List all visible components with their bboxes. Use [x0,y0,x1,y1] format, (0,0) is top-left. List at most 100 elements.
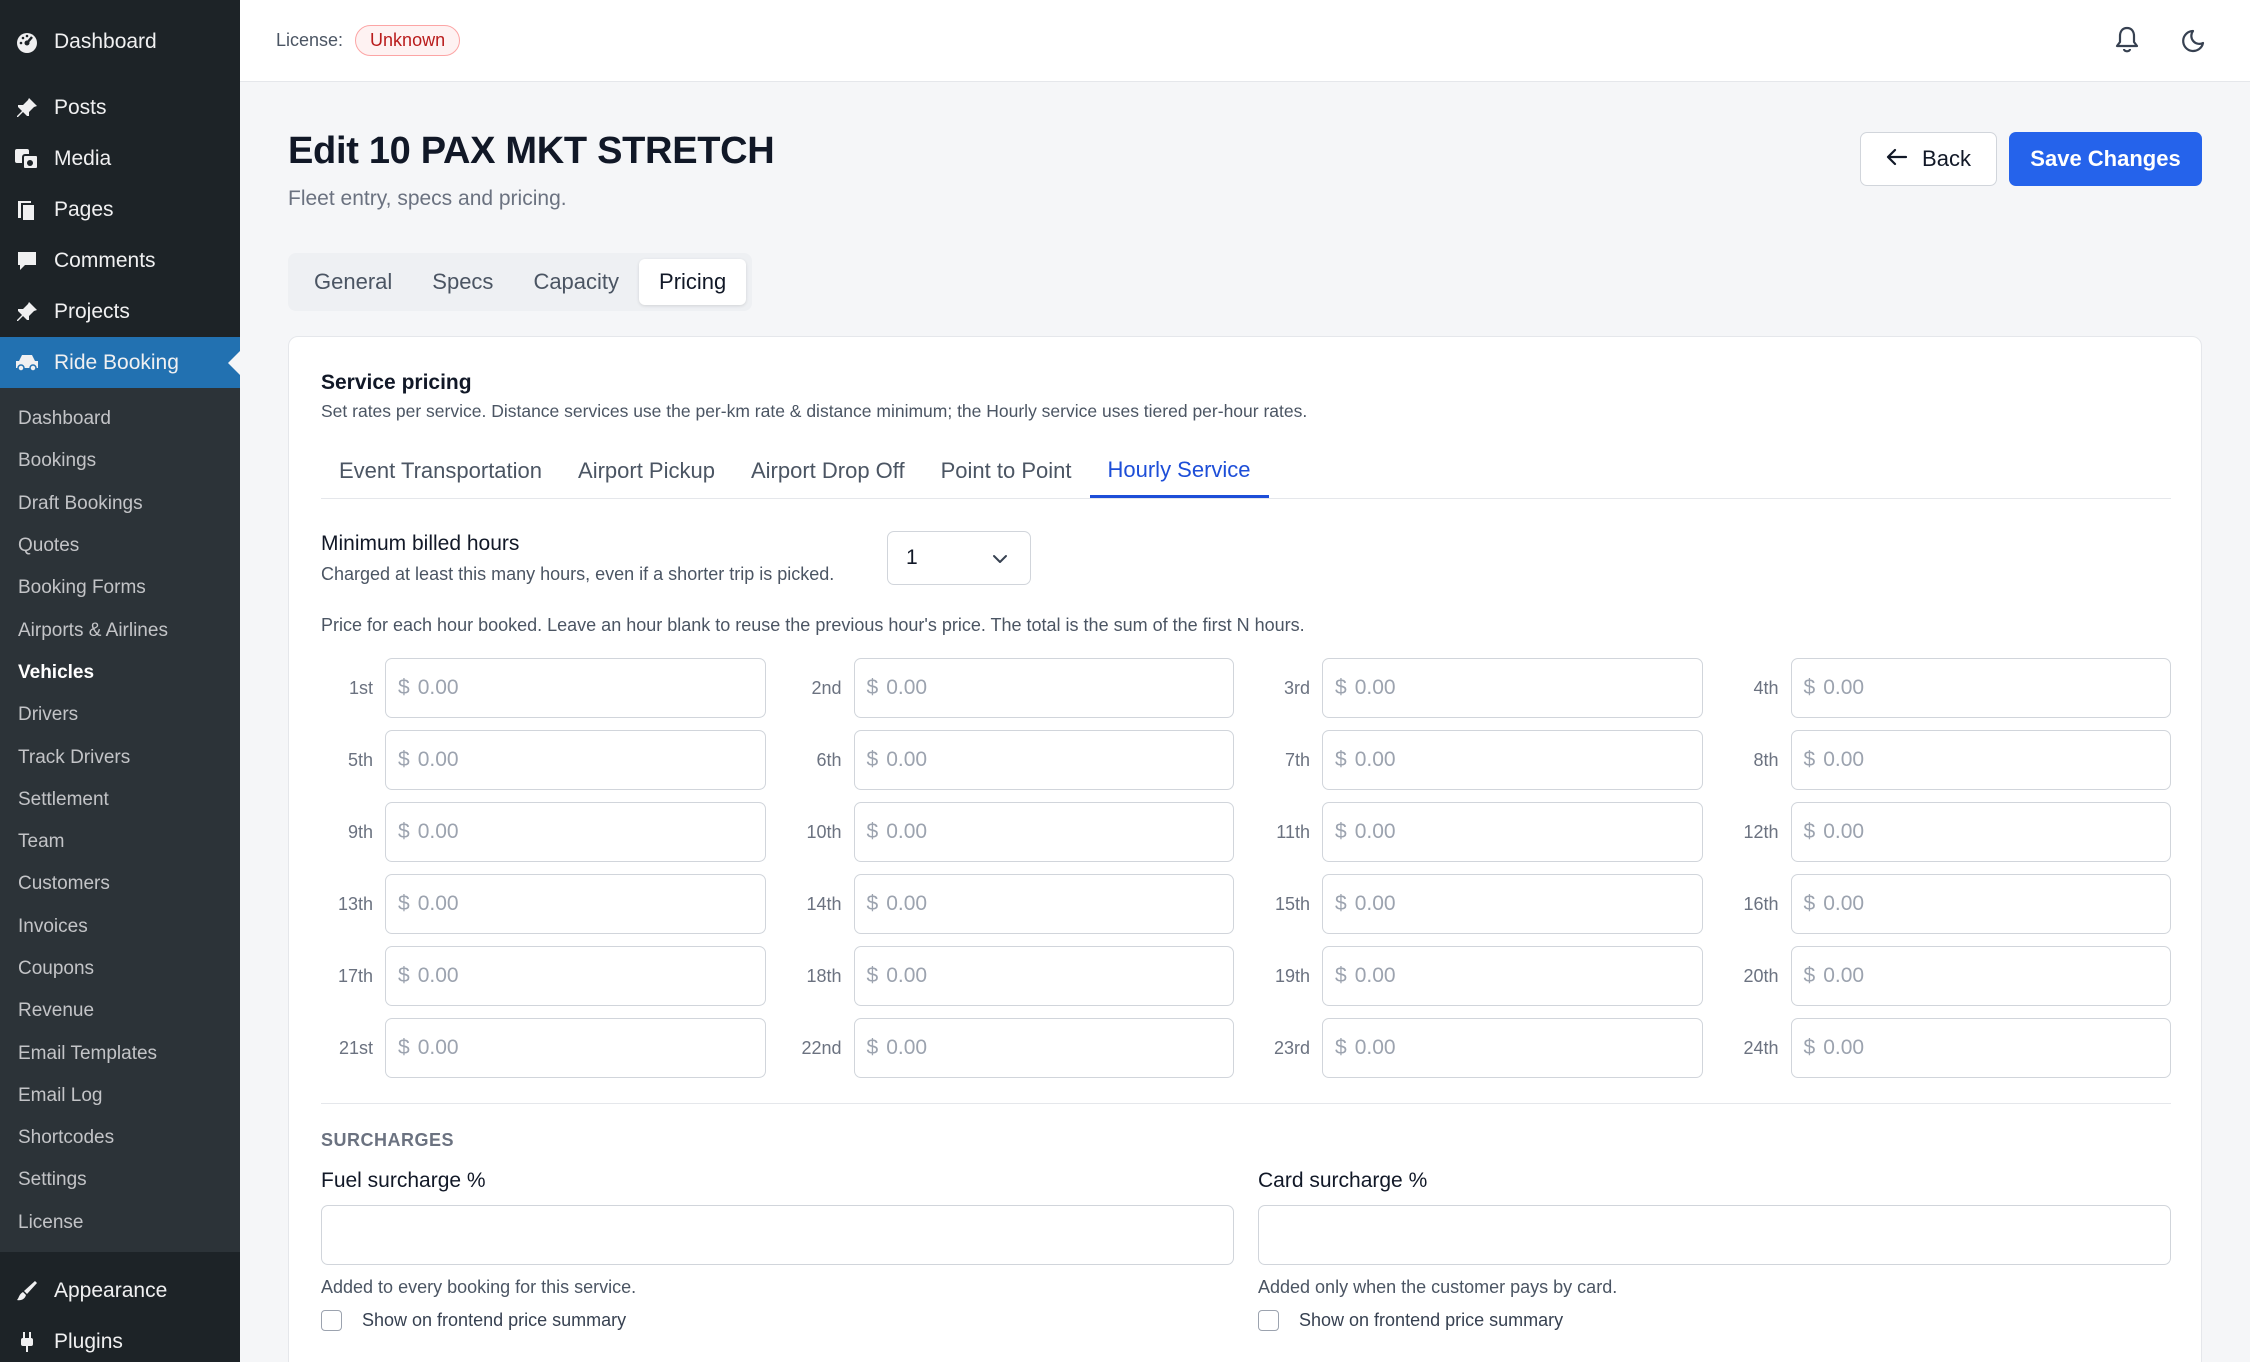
card-surcharge-show-frontend[interactable]: Show on frontend price summary [1258,1310,2171,1331]
brush-icon [14,1278,40,1304]
submenu-item-invoices[interactable]: Invoices [0,906,240,948]
sidebar-item-posts[interactable]: Posts [0,82,240,133]
tab-specs[interactable]: Specs [412,259,513,305]
hour-price-input-21st[interactable]: $0.00 [385,1018,766,1078]
submenu-item-customers[interactable]: Customers [0,863,240,905]
page-subtitle: Fleet entry, specs and pricing. [288,187,567,210]
currency-symbol: $ [1803,748,1816,771]
service-tab-hourly-service[interactable]: Hourly Service [1089,444,1269,498]
service-tab-point-to-point[interactable]: Point to Point [923,444,1090,498]
submenu-item-coupons[interactable]: Coupons [0,948,240,990]
currency-symbol: $ [398,676,410,699]
hour-price-input-20th[interactable]: $0.00 [1790,946,2171,1006]
min-billed-hours-select[interactable]: 1 [887,531,1031,585]
sidebar-item-comments[interactable]: Comments [0,235,240,286]
hour-price-input-14th[interactable]: $0.00 [853,874,1234,934]
dark-mode-moon-icon[interactable] [2180,24,2210,56]
submenu-item-settings[interactable]: Settings [0,1159,240,1201]
sidebar-item-label: Posts [54,95,107,119]
tab-capacity[interactable]: Capacity [513,259,639,305]
hour-price-input-24th[interactable]: $0.00 [1790,1018,2171,1078]
fuel-surcharge-checkbox[interactable] [321,1310,342,1331]
hour-price-input-19th[interactable]: $0.00 [1322,946,1703,1006]
hour-price-input-16th[interactable]: $0.00 [1790,874,2171,934]
submenu-item-email-templates[interactable]: Email Templates [0,1032,240,1074]
hour-label: 7th [1284,749,1310,770]
currency-symbol: $ [398,964,410,987]
back-button[interactable]: Back [1860,132,1997,186]
hour-price-input-2nd[interactable]: $0.00 [853,658,1234,718]
sidebar-item-appearance[interactable]: Appearance [0,1266,240,1317]
tab-general[interactable]: General [294,259,412,305]
hour-price-input-15th[interactable]: $0.00 [1322,874,1703,934]
hour-price-field: 4th $0.00 [1727,658,2171,718]
hour-price-input-5th[interactable]: $0.00 [385,730,766,790]
submenu-item-airports-and-airlines[interactable]: Airports & Airlines [0,609,240,651]
card-surcharge-input[interactable] [1258,1205,2171,1265]
submenu-item-draft-bookings[interactable]: Draft Bookings [0,483,240,525]
hour-price-input-8th[interactable]: $0.00 [1790,730,2171,790]
submenu-item-vehicles[interactable]: Vehicles [0,652,240,694]
save-changes-button[interactable]: Save Changes [2009,132,2202,186]
divider [321,1103,2171,1104]
sidebar-item-media[interactable]: Media [0,133,240,184]
submenu-item-email-log[interactable]: Email Log [0,1075,240,1117]
hour-price-input-3rd[interactable]: $0.00 [1322,658,1703,718]
hour-label: 6th [816,749,842,770]
hour-price-field: 5th $0.00 [321,730,766,790]
hour-price-input-22nd[interactable]: $0.00 [853,1018,1234,1078]
hour-label: 1st [348,677,373,698]
sidebar-item-label: Pages [54,197,114,221]
hour-price-field: 15th $0.00 [1258,874,1703,934]
hour-price-input-9th[interactable]: $0.00 [385,802,766,862]
submenu-item-team[interactable]: Team [0,821,240,863]
license-status-badge[interactable]: Unknown [355,25,461,56]
hour-price-field: 10th $0.00 [790,802,1234,862]
price-placeholder: 0.00 [1823,892,1865,915]
hour-price-field: 16th $0.00 [1727,874,2171,934]
tab-pricing[interactable]: Pricing [639,259,747,305]
submenu-item-track-drivers[interactable]: Track Drivers [0,736,240,778]
hour-price-input-11th[interactable]: $0.00 [1322,802,1703,862]
service-tab-airport-drop-off[interactable]: Airport Drop Off [733,444,923,498]
currency-symbol: $ [1335,1036,1347,1059]
price-placeholder: 0.00 [1354,964,1396,987]
fuel-surcharge-input[interactable] [321,1205,1234,1265]
hour-price-input-17th[interactable]: $0.00 [385,946,766,1006]
hour-price-input-18th[interactable]: $0.00 [853,946,1234,1006]
sidebar-item-projects[interactable]: Projects [0,286,240,337]
hour-price-input-4th[interactable]: $0.00 [1790,658,2171,718]
fuel-surcharge-show-frontend[interactable]: Show on frontend price summary [321,1310,1234,1331]
service-tab-event-transportation[interactable]: Event Transportation [321,444,560,498]
sidebar-item-ride-booking[interactable]: Ride Booking [0,337,240,388]
submenu-item-settlement[interactable]: Settlement [0,779,240,821]
hour-label: 12th [1743,821,1779,842]
submenu-item-quotes[interactable]: Quotes [0,525,240,567]
submenu-item-booking-forms[interactable]: Booking Forms [0,567,240,609]
hour-price-input-10th[interactable]: $0.00 [853,802,1234,862]
notification-bell-icon[interactable] [2112,24,2142,56]
hour-price-input-13th[interactable]: $0.00 [385,874,766,934]
sidebar-item-pages[interactable]: Pages [0,184,240,235]
sidebar-item-label: Dashboard [54,30,157,53]
submenu-item-shortcodes[interactable]: Shortcodes [0,1117,240,1159]
hour-price-input-1st[interactable]: $0.00 [385,658,766,718]
ride-booking-submenu: Dashboard Bookings Draft Bookings Quotes Boo… [0,388,240,1252]
service-tab-airport-pickup[interactable]: Airport Pickup [560,444,733,498]
submenu-item-dashboard[interactable]: Dashboard [0,398,240,440]
hour-price-input-6th[interactable]: $0.00 [853,730,1234,790]
hour-price-input-7th[interactable]: $0.00 [1322,730,1703,790]
card-surcharge-checkbox[interactable] [1258,1310,1279,1331]
submenu-item-revenue[interactable]: Revenue [0,990,240,1032]
submenu-item-license[interactable]: License [0,1202,240,1244]
fuel-surcharge-label: Fuel surcharge % [321,1169,486,1192]
sidebar-item-plugins[interactable]: Plugins [0,1317,240,1362]
hour-price-input-23rd[interactable]: $0.00 [1322,1018,1703,1078]
hour-price-input-12th[interactable]: $0.00 [1790,802,2171,862]
page-title: Edit 10 PAX MKT STRETCH [288,130,775,172]
submenu-item-drivers[interactable]: Drivers [0,694,240,736]
top-bar: License: Unknown [240,0,2250,82]
currency-symbol: $ [398,820,410,843]
submenu-item-bookings[interactable]: Bookings [0,440,240,482]
sidebar-item-dashboard[interactable]: Dashboard [0,20,240,64]
